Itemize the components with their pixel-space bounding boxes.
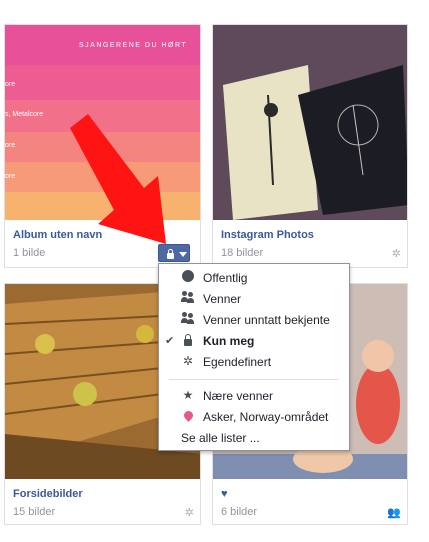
privacy-option-asker-norway[interactable]: Asker, Norway-området [159, 407, 349, 427]
privacy-option-offentlig[interactable]: Offentlig [159, 268, 349, 288]
privacy-option-venner[interactable]: Venner [159, 289, 349, 309]
menu-separator [169, 379, 339, 380]
privacy-menu: Offentlig Venner Venner unntatt bekjente… [158, 263, 350, 451]
cover-line: ore [5, 173, 16, 180]
cover-line: s, Metalcore [5, 111, 44, 118]
lock-icon [167, 253, 174, 259]
privacy-option-egendefinert[interactable]: ✲ Egendefinert [159, 352, 349, 372]
privacy-option-kun-meg[interactable]: ✔ Kun meg [159, 331, 349, 351]
location-icon [181, 409, 195, 423]
gear-icon[interactable]: ✲ [392, 247, 401, 260]
privacy-option-see-all-lists[interactable]: Se alle lister ... [159, 428, 349, 448]
album-title[interactable]: Instagram Photos [221, 229, 314, 241]
album-count: 18 bilder [221, 247, 264, 259]
lock-icon [181, 333, 195, 347]
album-title[interactable]: ♥ [221, 488, 228, 500]
gear-icon: ✲ [182, 354, 194, 368]
cover-heading: SJANGERENE DU HØRT [79, 42, 188, 49]
album-card-instagram-photos[interactable]: Instagram Photos 18 bilder ✲ [212, 24, 408, 268]
globe-icon [181, 270, 195, 284]
album-title[interactable]: Forsidebilder [13, 488, 83, 500]
friends-icon [181, 291, 195, 305]
album-cover-image[interactable] [213, 25, 407, 220]
star-icon: ★ [182, 388, 194, 402]
cover-line: ore [5, 81, 16, 88]
chevron-down-icon [179, 252, 187, 257]
privacy-option-naere-venner[interactable]: ★ Nære venner [159, 386, 349, 406]
friends-icon[interactable]: 👥 [387, 506, 401, 519]
red-arrow-annotation [70, 114, 166, 244]
checkmark-icon: ✔ [165, 335, 175, 347]
gear-icon[interactable]: ✲ [185, 506, 194, 519]
friends-except-icon [181, 312, 195, 326]
album-count: 6 bilder [221, 506, 258, 518]
album-count: 1 bilde [13, 247, 46, 259]
album-count: 15 bilder [13, 506, 56, 518]
privacy-option-venner-unntatt-bekjente[interactable]: Venner unntatt bekjente [159, 310, 349, 330]
cover-line: ore [5, 142, 16, 149]
